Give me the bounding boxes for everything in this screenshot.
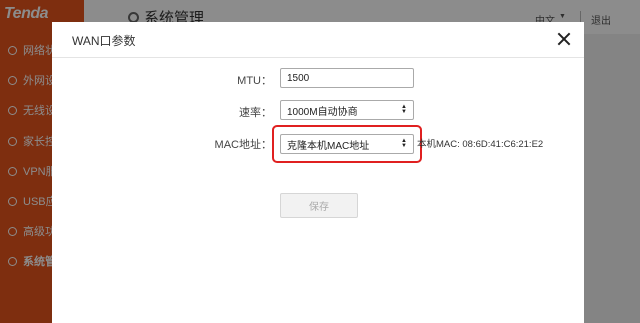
wan-params-dialog: WAN口参数 MTU： 1500 速率： 1000M自动协商 ▲ ▼ MAC地址：… bbox=[52, 22, 584, 323]
mtu-label: MTU： bbox=[237, 75, 272, 87]
local-mac-text: 本机MAC: 08:6D:41:C6:21:E2 bbox=[417, 139, 544, 150]
select-arrows-icon: ▲ ▼ bbox=[401, 104, 407, 115]
rate-label: 速率： bbox=[239, 107, 272, 119]
mtu-input[interactable]: 1500 bbox=[280, 68, 414, 88]
annotation-highlight-box bbox=[272, 125, 422, 163]
rate-select[interactable]: 1000M自动协商 ▲ ▼ bbox=[280, 100, 414, 120]
close-icon[interactable] bbox=[556, 31, 572, 47]
rate-select-value: 1000M自动协商 bbox=[287, 106, 358, 118]
mac-label: MAC地址： bbox=[214, 139, 272, 151]
dialog-title: WAN口参数 bbox=[72, 34, 136, 48]
save-button[interactable]: 保存 bbox=[280, 193, 358, 218]
dialog-header: WAN口参数 bbox=[52, 22, 584, 58]
